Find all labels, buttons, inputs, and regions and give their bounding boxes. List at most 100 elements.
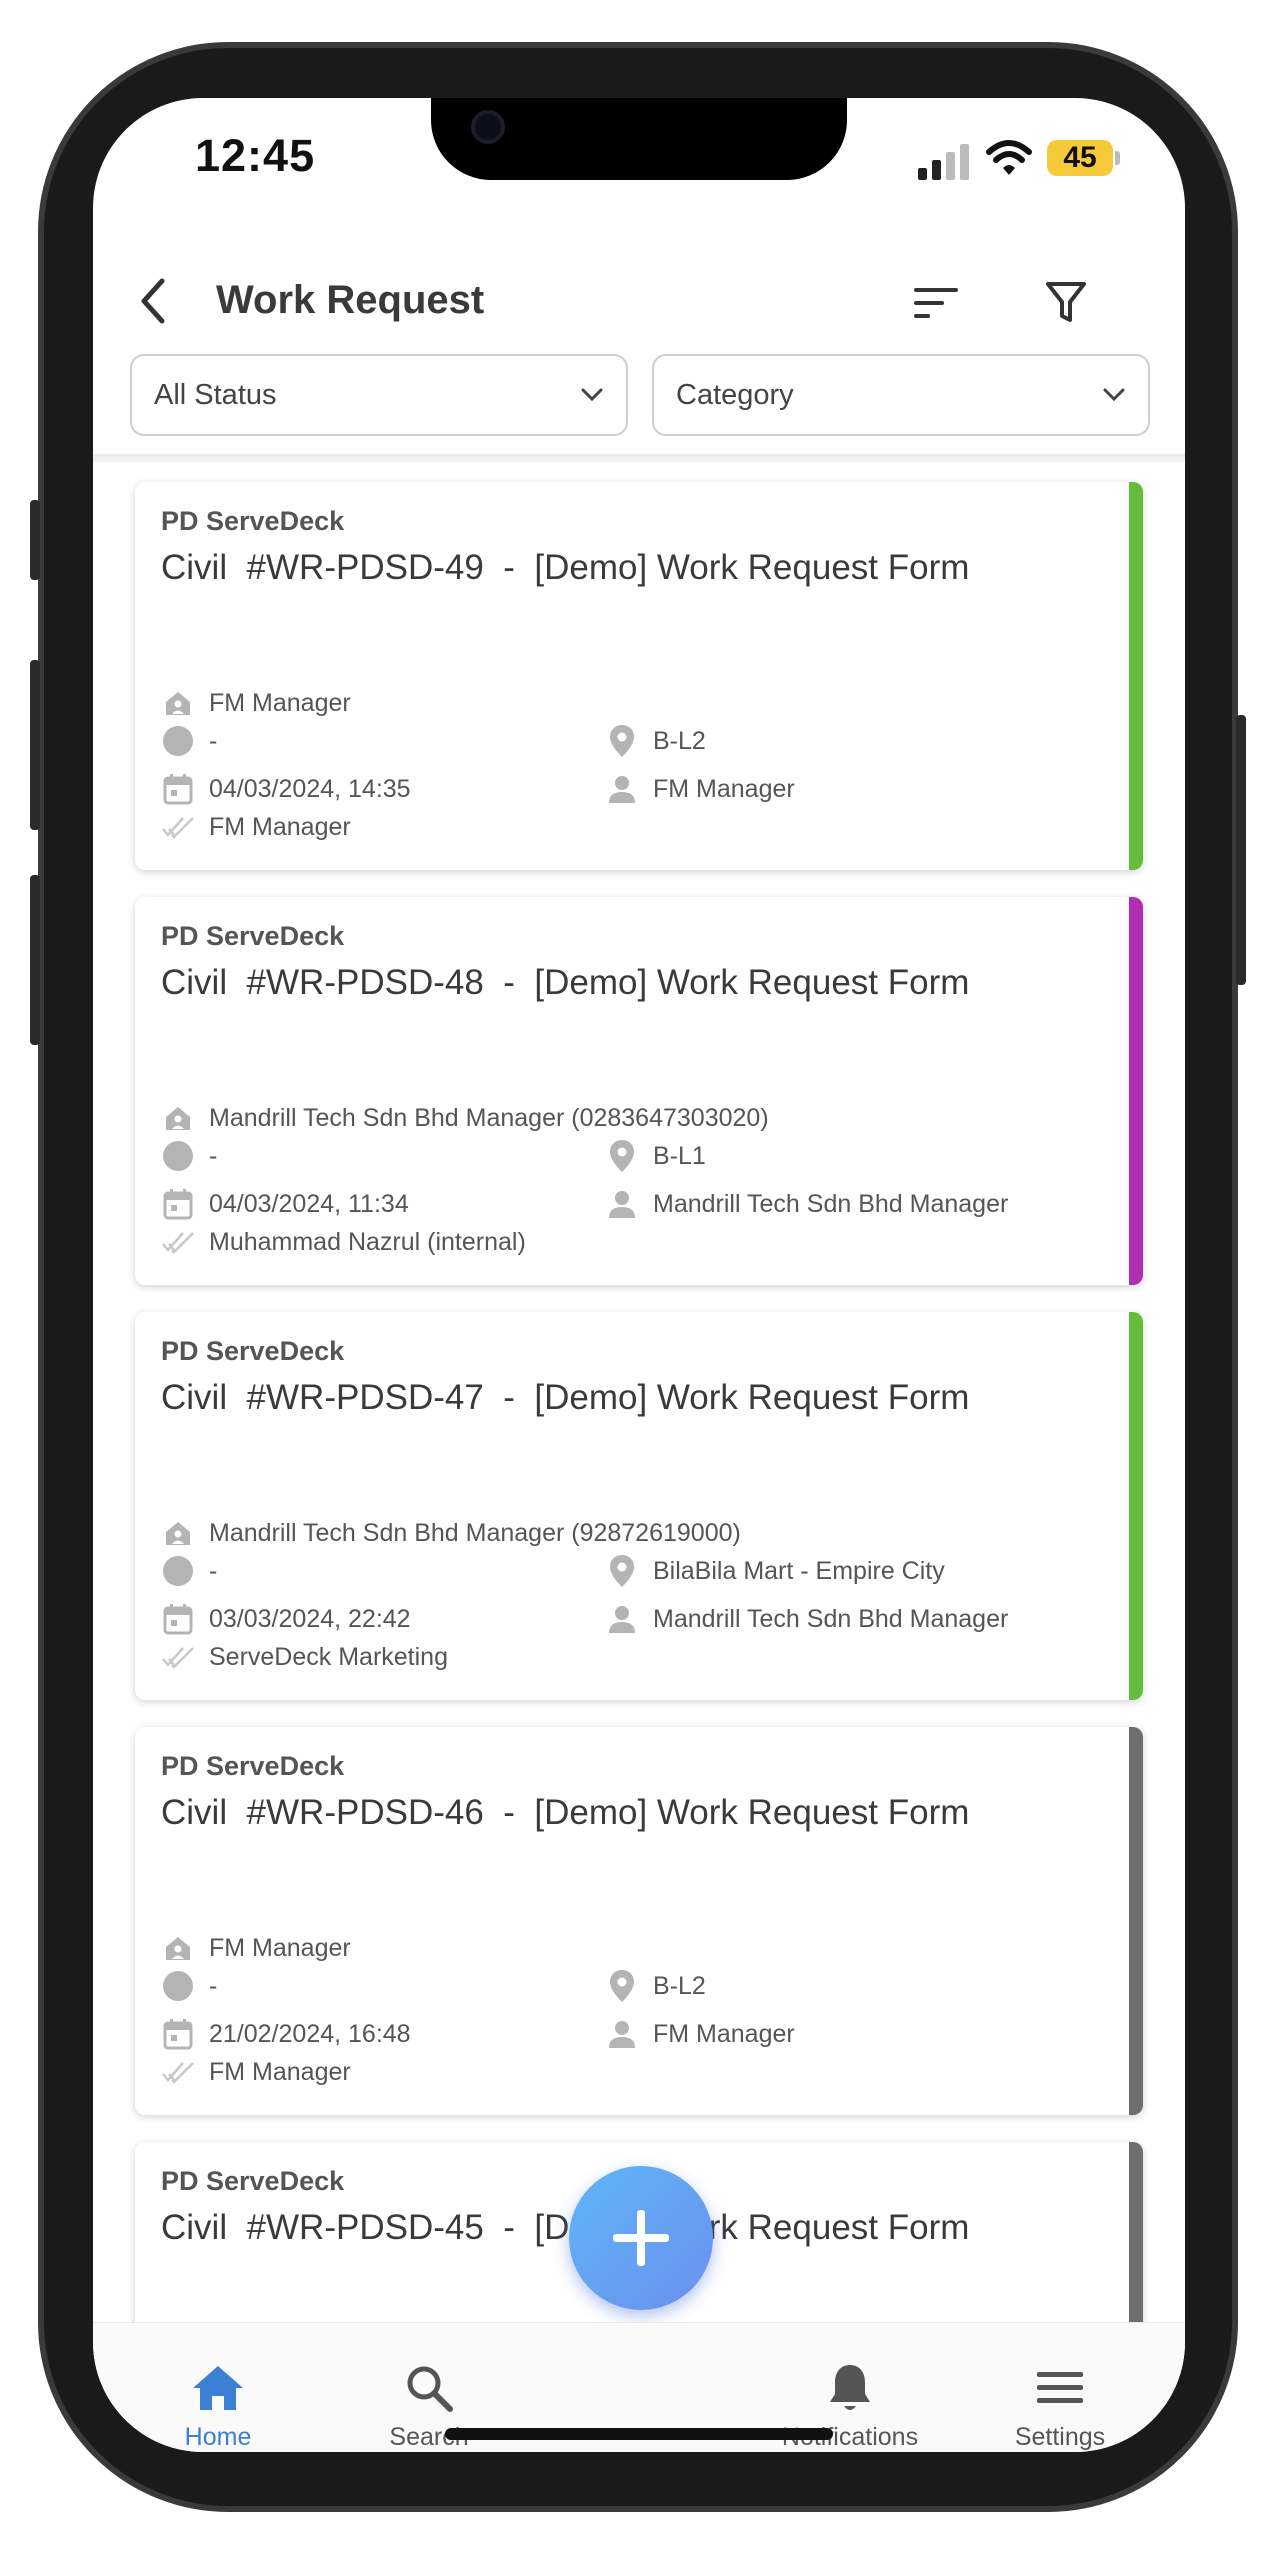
card-assignee: FM Manager: [653, 774, 795, 803]
person-icon: [605, 1187, 639, 1221]
card-title: Civil #WR-PDSD-46 - [Demo] Work Request …: [161, 1793, 970, 1832]
card-requester-row: FM Manager: [161, 1931, 351, 1965]
card-approver: FM Manager: [209, 2057, 351, 2086]
phone-screen: 12:45 45 Work Request All Status Categor…: [93, 98, 1185, 2452]
card-datetime-row: 04/03/2024, 11:34: [161, 1187, 409, 1221]
phone-side-button: [30, 875, 40, 1045]
location-pin-icon: [605, 1139, 639, 1173]
work-request-card[interactable]: PD ServeDeck Civil #WR-PDSD-46 - [Demo] …: [135, 1727, 1143, 2115]
bell-icon: [830, 2365, 870, 2410]
card-status-row: -: [161, 1139, 217, 1173]
card-title: Civil #WR-PDSD-49 - [Demo] Work Request …: [161, 548, 970, 587]
card-assignee: Mandrill Tech Sdn Bhd Manager: [653, 1189, 1009, 1218]
sort-icon: [914, 288, 958, 318]
double-check-icon: [161, 1225, 195, 1259]
status-color-stripe: [1129, 1312, 1143, 1700]
work-request-card[interactable]: PD ServeDeck Civil #WR-PDSD-48 - [Demo] …: [135, 897, 1143, 1285]
person-icon: [605, 2017, 639, 2051]
battery-icon: 45: [1047, 140, 1113, 176]
card-company: PD ServeDeck: [161, 921, 345, 951]
search-icon: [407, 2366, 453, 2412]
calendar-icon: [161, 2017, 195, 2051]
card-approver: FM Manager: [209, 812, 351, 841]
card-datetime: 21/02/2024, 16:48: [209, 2019, 411, 2048]
card-requester: Mandrill Tech Sdn Bhd Manager (028364730…: [209, 1103, 769, 1132]
phone-side-button: [30, 500, 40, 580]
menu-icon: [1037, 2372, 1083, 2403]
sort-button[interactable]: [901, 268, 971, 338]
chevron-down-icon: [581, 388, 603, 402]
card-assignee-row: Mandrill Tech Sdn Bhd Manager: [605, 1187, 1008, 1221]
back-button[interactable]: [123, 266, 183, 336]
add-request-button[interactable]: [569, 2166, 713, 2310]
card-approver-row: FM Manager: [161, 2055, 351, 2089]
card-title: Civil #WR-PDSD-47 - [Demo] Work Request …: [161, 1378, 970, 1417]
phone-side-button: [1236, 715, 1246, 985]
nav-home-label: Home: [184, 2423, 252, 2451]
card-assignee: Mandrill Tech Sdn Bhd Manager: [653, 1604, 1009, 1633]
work-request-list[interactable]: PD ServeDeck Civil #WR-PDSD-49 - [Demo] …: [93, 462, 1185, 2322]
status-dropdown[interactable]: All Status: [130, 354, 628, 436]
card-location-row: BilaBila Mart - Empire City: [605, 1554, 945, 1588]
double-check-icon: [161, 2055, 195, 2089]
card-status: -: [209, 1141, 218, 1170]
calendar-icon: [161, 772, 195, 806]
plus-icon: [613, 2210, 669, 2266]
card-title: Civil #WR-PDSD-48 - [Demo] Work Request …: [161, 963, 970, 1002]
card-company: PD ServeDeck: [161, 1336, 345, 1366]
card-location-row: B-L2: [605, 724, 706, 758]
card-status-row: -: [161, 1554, 217, 1588]
card-requester-row: Mandrill Tech Sdn Bhd Manager (028364730…: [161, 1101, 769, 1135]
card-requester: Mandrill Tech Sdn Bhd Manager (928726190…: [209, 1518, 741, 1547]
category-dropdown[interactable]: Category: [652, 354, 1150, 436]
nav-home[interactable]: Home: [128, 2361, 308, 2452]
card-location: B-L1: [653, 1141, 706, 1170]
status-bar: 12:45 45: [93, 98, 1185, 258]
filter-icon: [1046, 282, 1086, 322]
status-dot-icon: [161, 1554, 195, 1588]
card-approver-row: FM Manager: [161, 810, 351, 844]
building-user-icon: [161, 1516, 195, 1550]
card-location: B-L2: [653, 726, 706, 755]
card-requester-row: Mandrill Tech Sdn Bhd Manager (928726190…: [161, 1516, 741, 1550]
card-assignee-row: FM Manager: [605, 2017, 795, 2051]
card-datetime: 03/03/2024, 22:42: [209, 1604, 411, 1633]
card-approver: Muhammad Nazrul (internal): [209, 1227, 526, 1256]
card-status-row: -: [161, 1969, 217, 2003]
card-company: PD ServeDeck: [161, 1751, 345, 1781]
card-company: PD ServeDeck: [161, 2166, 345, 2196]
card-requester: FM Manager: [209, 688, 351, 717]
card-assignee-row: Mandrill Tech Sdn Bhd Manager: [605, 1602, 1008, 1636]
card-datetime-row: 03/03/2024, 22:42: [161, 1602, 411, 1636]
chevron-down-icon: [1103, 388, 1125, 402]
double-check-icon: [161, 810, 195, 844]
work-request-card[interactable]: PD ServeDeck Civil #WR-PDSD-47 - [Demo] …: [135, 1312, 1143, 1700]
status-dot-icon: [161, 1139, 195, 1173]
home-icon: [193, 2366, 243, 2410]
nav-settings[interactable]: Settings: [970, 2361, 1150, 2452]
status-dropdown-label: All Status: [154, 378, 277, 411]
app-header: Work Request: [93, 248, 1185, 358]
status-time: 12:45: [195, 130, 316, 181]
status-color-stripe: [1129, 482, 1143, 870]
calendar-icon: [161, 1602, 195, 1636]
card-approver-row: Muhammad Nazrul (internal): [161, 1225, 526, 1259]
work-request-card[interactable]: PD ServeDeck Civil #WR-PDSD-49 - [Demo] …: [135, 482, 1143, 870]
card-location: BilaBila Mart - Empire City: [653, 1556, 945, 1585]
status-dot-icon: [161, 724, 195, 758]
location-pin-icon: [605, 724, 639, 758]
card-location-row: B-L2: [605, 1969, 706, 2003]
filter-button[interactable]: [1031, 268, 1101, 338]
building-user-icon: [161, 1931, 195, 1965]
card-requester-row: FM Manager: [161, 686, 351, 720]
building-user-icon: [161, 686, 195, 720]
card-approver: ServeDeck Marketing: [209, 1642, 448, 1671]
status-color-stripe: [1129, 1727, 1143, 2115]
location-pin-icon: [605, 1969, 639, 2003]
home-indicator: [445, 2428, 833, 2440]
card-location-row: B-L1: [605, 1139, 706, 1173]
calendar-icon: [161, 1187, 195, 1221]
card-title: Civil #WR-PDSD-45 - [Demo] Work Request …: [161, 2208, 970, 2247]
wifi-icon: [986, 140, 1032, 175]
filter-divider: [93, 454, 1185, 462]
